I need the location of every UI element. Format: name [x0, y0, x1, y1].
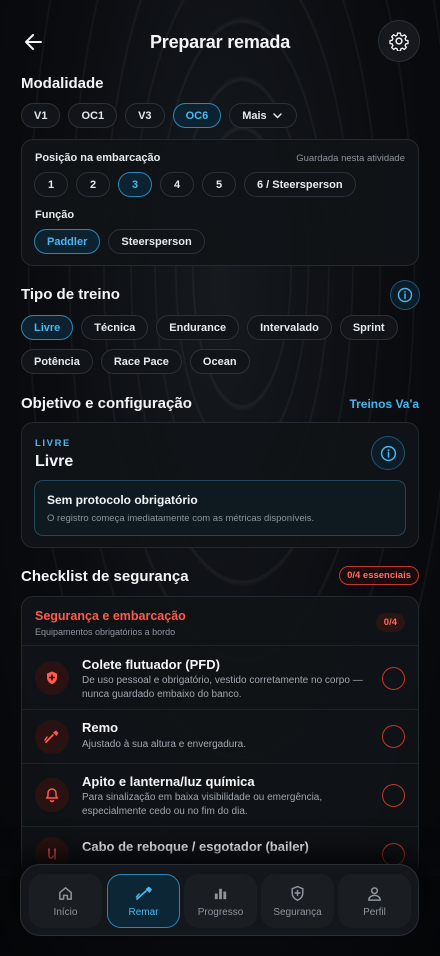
nav-inicio[interactable]: Início [29, 874, 102, 928]
group-count-badge: 0/4 [375, 613, 405, 632]
objective-tag: LIVRE [35, 438, 71, 449]
position-label: Posição na embarcação [35, 152, 161, 164]
nav-seguranca[interactable]: Segurança [261, 874, 334, 928]
nav-label: Remar [128, 907, 159, 918]
nav-label: Progresso [197, 906, 244, 918]
training-race-pace[interactable]: Race Pace [100, 349, 182, 374]
bell-icon [35, 778, 69, 812]
safety-checklist-card: Segurança e embarcação Equipamentos obri… [21, 596, 419, 876]
objective-card: LIVRE Livre Sem protocolo obrigatório O … [21, 422, 419, 548]
tipo-treino-info-button[interactable] [390, 280, 420, 310]
protocol-box: Sem protocolo obrigatório O registro com… [34, 480, 406, 536]
position-card: Posição na embarcação Guardada nesta ati… [21, 139, 419, 266]
training-ocean[interactable]: Ocean [189, 349, 250, 374]
checklist-title: Checklist de segurança [21, 568, 189, 585]
checklist-item[interactable]: Apito e lanterna/luz química Para sinali… [22, 763, 418, 826]
chip-oc6[interactable]: OC6 [172, 103, 222, 128]
position-5[interactable]: 5 [202, 172, 236, 197]
nav-progresso[interactable]: Progresso [184, 874, 257, 928]
item-description: Ajustado à sua altura e envergadura. [82, 739, 246, 750]
item-checkbox[interactable] [382, 725, 405, 748]
item-description: De uso pessoal e obrigatório, vestido co… [82, 675, 363, 700]
position-hint: Guardada nesta atividade [296, 153, 405, 164]
checklist-item[interactable]: Remo Ajustado à sua altura e envergadura… [22, 709, 418, 763]
position-1[interactable]: 1 [34, 172, 68, 197]
position-2[interactable]: 2 [76, 172, 110, 197]
training-type-row-1: Livre Técnica Endurance Intervalado Spri… [21, 315, 398, 340]
info-icon [380, 445, 396, 461]
prepare-session-screen: Preparar remada Modalidade V1 OC1 V3 OC6… [0, 0, 440, 956]
objetivo-title: Objetivo e configuração [21, 395, 192, 412]
page-title: Preparar remada [149, 32, 291, 52]
item-description: Para sinalização em baixa visibilidade o… [82, 792, 323, 817]
protocol-title: Sem protocolo obrigatório [47, 493, 198, 507]
group-title: Segurança e embarcação [35, 609, 186, 623]
item-title: Remo [82, 720, 119, 735]
item-checkbox[interactable] [382, 784, 405, 807]
position-4[interactable]: 4 [160, 172, 194, 197]
training-potencia[interactable]: Potência [21, 349, 93, 374]
info-icon [397, 287, 413, 303]
chip-v3[interactable]: V3 [125, 103, 165, 128]
user-icon [368, 886, 381, 901]
training-tecnica[interactable]: Técnica [81, 315, 149, 340]
nav-label: Segurança [273, 906, 322, 918]
paddle-icon [35, 720, 69, 754]
nav-perfil[interactable]: Perfil [338, 874, 411, 928]
shield-plus-icon [35, 661, 69, 695]
settings-button[interactable] [378, 20, 420, 62]
modalidade-title: Modalidade [21, 75, 104, 92]
nav-label: Perfil [363, 906, 386, 918]
role-steersperson[interactable]: Steersperson [108, 229, 205, 254]
nav-remar[interactable]: Remar [107, 874, 180, 928]
checklist-item[interactable]: Colete flutuador (PFD) De uso pessoal e … [22, 645, 418, 709]
item-title: Colete flutuador (PFD) [82, 657, 220, 672]
position-3[interactable]: 3 [118, 172, 152, 197]
chip-oc1[interactable]: OC1 [68, 103, 118, 128]
objective-name: Livre [35, 453, 74, 470]
shield-plus-icon [291, 885, 304, 901]
checklist-status-badge: 0/4 essenciais [339, 566, 419, 585]
group-subtitle: Equipamentos obrigatórios a bordo [35, 627, 176, 637]
bottom-navigation: Início Remar Progresso Segurança Perfil [20, 864, 419, 936]
training-livre[interactable]: Livre [21, 315, 74, 340]
role-paddler[interactable]: Paddler [34, 229, 101, 254]
gear-icon [389, 32, 409, 51]
chip-v1[interactable]: V1 [21, 103, 61, 128]
more-dropdown[interactable]: Mais [229, 103, 297, 128]
position-options: 1 2 3 4 5 6 / Steersperson [34, 172, 356, 197]
paddle-icon [135, 886, 152, 900]
funcao-label: Função [35, 209, 75, 221]
nav-label: Início [53, 906, 78, 918]
training-intervalado[interactable]: Intervalado [247, 315, 332, 340]
position-6-steersperson[interactable]: 6 / Steersperson [244, 172, 356, 197]
home-icon [59, 886, 72, 900]
tipo-treino-title: Tipo de treino [21, 286, 120, 303]
item-checkbox[interactable] [382, 667, 405, 690]
more-label: Mais [242, 109, 267, 122]
training-type-row-2: Potência Race Pace Ocean [21, 349, 250, 374]
treinos-vaa-link[interactable]: Treinos Va'a [349, 397, 419, 411]
objective-info-button[interactable] [371, 436, 405, 470]
modalidade-chips: V1 OC1 V3 OC6 Mais [21, 103, 297, 128]
protocol-description: O registro começa imediatamente com as m… [47, 513, 315, 524]
bar-chart-icon [214, 888, 227, 899]
training-endurance[interactable]: Endurance [156, 315, 240, 340]
top-bar: Preparar remada [0, 20, 440, 64]
item-title: Apito e lanterna/luz química [82, 774, 255, 789]
chevron-down-icon [272, 112, 282, 119]
funcao-options: Paddler Steersperson [34, 229, 205, 254]
training-sprint[interactable]: Sprint [339, 315, 398, 340]
